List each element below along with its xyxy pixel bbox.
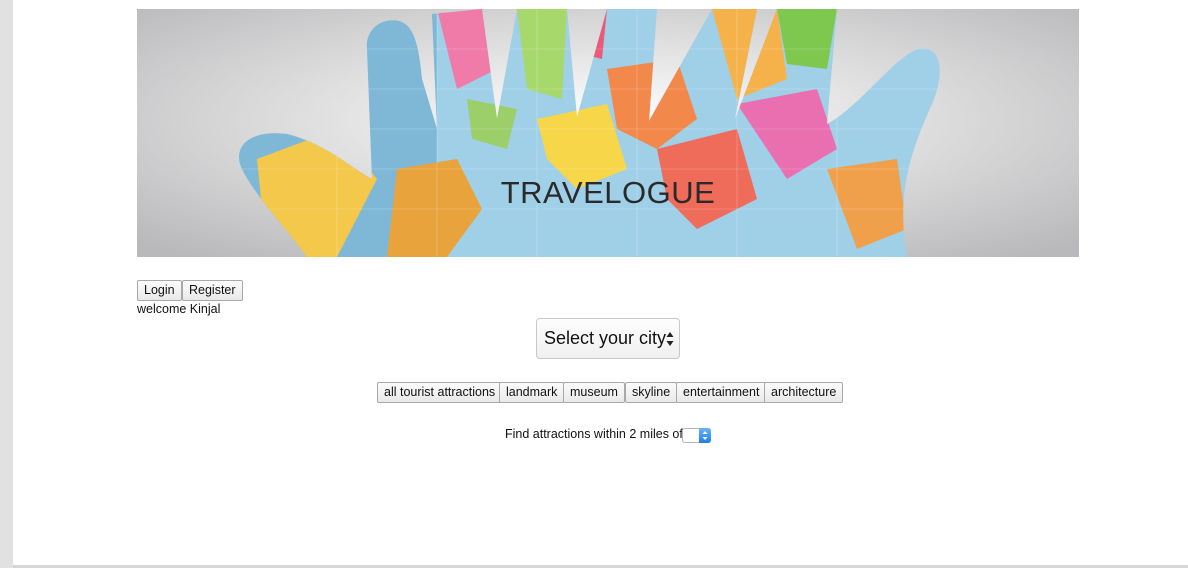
filter-museum[interactable]: museum bbox=[563, 382, 625, 403]
filter-entertainment[interactable]: entertainment bbox=[676, 382, 767, 403]
filter-all-tourist-attractions[interactable]: all tourist attractions bbox=[377, 382, 503, 403]
location-select[interactable] bbox=[682, 428, 711, 443]
city-select[interactable]: Select your city bbox=[536, 318, 680, 359]
login-button[interactable]: Login bbox=[137, 280, 182, 301]
radius-label: Find attractions within 2 miles of : bbox=[505, 427, 690, 441]
filter-skyline[interactable]: skyline bbox=[625, 382, 678, 403]
welcome-message: welcome Kinjal bbox=[137, 302, 221, 316]
site-title: TRAVELOGUE bbox=[500, 175, 716, 210]
left-rail bbox=[0, 0, 13, 568]
updown-arrows-icon bbox=[666, 332, 674, 346]
world-map-hand-image bbox=[137, 9, 1079, 257]
city-select-value: Select your city bbox=[544, 328, 667, 348]
filter-architecture[interactable]: architecture bbox=[764, 382, 844, 403]
filter-landmark[interactable]: landmark bbox=[499, 382, 565, 403]
hero-banner: TRAVELOGUE bbox=[137, 9, 1079, 257]
register-button[interactable]: Register bbox=[182, 280, 243, 301]
select-stepper-icon bbox=[699, 428, 711, 443]
